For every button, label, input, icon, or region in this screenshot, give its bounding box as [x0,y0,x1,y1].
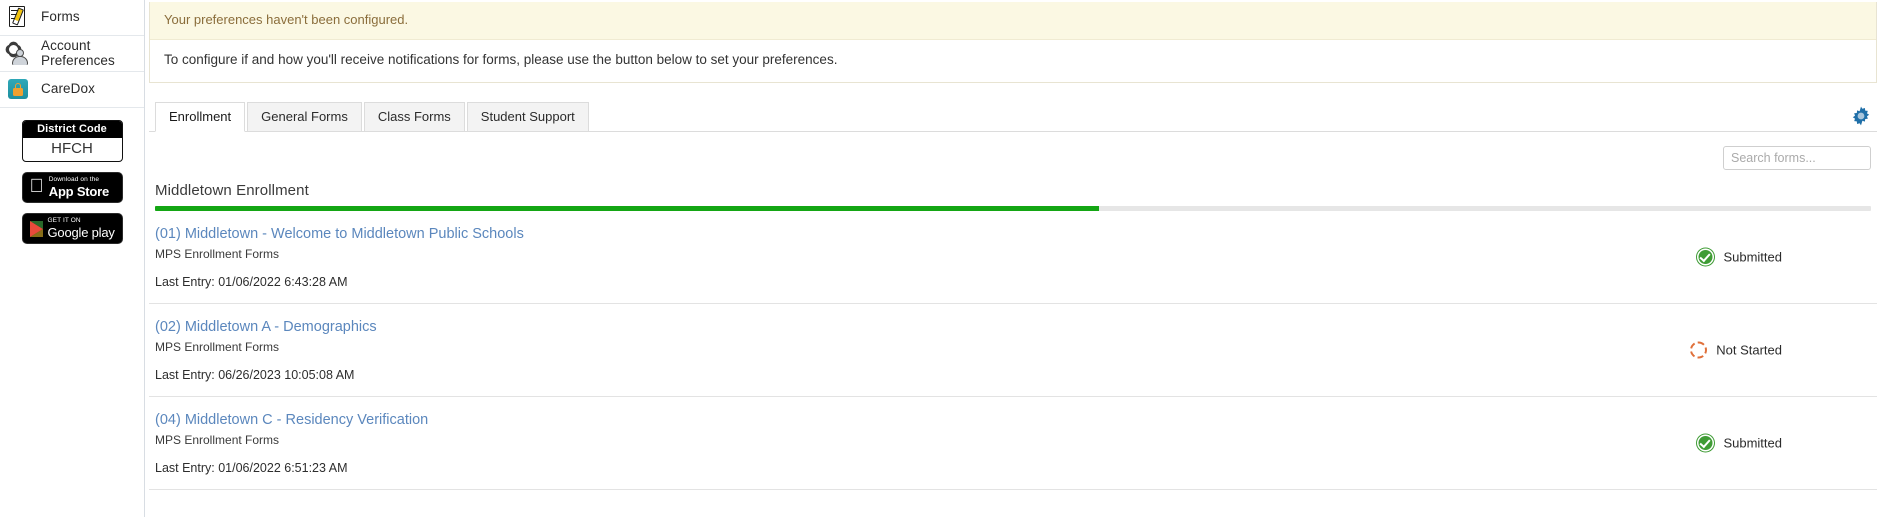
gear-icon[interactable] [1851,106,1871,126]
status-badge: Not Started [1690,341,1782,359]
tab-class-forms[interactable]: Class Forms [363,102,465,132]
check-circle-icon [1697,434,1715,452]
sidebar-item-label-caredox: CareDox [41,81,95,97]
form-title-link[interactable]: (04) Middletown C - Residency Verificati… [155,412,428,429]
sidebar-item-caredox[interactable]: CareDox [0,72,144,108]
district-code-box: District Code HFCH [21,120,123,162]
app-root: Forms Account Preferences CareDox Distri… [0,0,1891,517]
sidebar: Forms Account Preferences CareDox Distri… [0,0,145,517]
sidebar-item-account-preferences[interactable]: Account Preferences [0,36,144,72]
form-title-link[interactable]: (01) Middletown - Welcome to Middletown … [155,226,524,243]
form-row[interactable]: (04) Middletown C - Residency Verificati… [149,397,1877,490]
form-row[interactable]: (02) Middletown A - Demographics MPS Enr… [149,304,1877,397]
form-category: MPS Enrollment Forms [155,433,280,447]
status-label: Submitted [1723,249,1782,265]
search-row [149,132,1877,170]
status-badge: Submitted [1697,248,1782,266]
form-row[interactable]: (01) Middletown - Welcome to Middletown … [149,211,1877,304]
app-store-badge-big: App Store [34,183,110,199]
google-play-triangle-icon [29,220,43,237]
apple-logo-icon:  [30,177,44,196]
app-store-badge-small: Download on the [34,176,99,184]
app-store-badge[interactable]:  Download on the App Store [21,172,123,203]
form-category: MPS Enrollment Forms [155,247,280,261]
district-code-value: HFCH [51,140,93,157]
form-title-link[interactable]: (02) Middletown A - Demographics [155,319,377,336]
form-last-entry: Last Entry: 06/26/2023 10:05:08 AM [155,368,355,382]
tab-enrollment[interactable]: Enrollment [155,102,246,132]
form-last-entry: Last Entry: 01/06/2022 6:51:23 AM [155,461,348,475]
district-code-heading: District Code [22,121,122,138]
alert-body-text: To configure if and how you'll receive n… [150,40,1876,82]
status-badge: Submitted [1697,434,1782,452]
tab-general-forms[interactable]: General Forms [247,102,362,132]
forms-icon [6,5,32,31]
main-content: Your preferences haven't been configured… [145,0,1891,517]
tab-strip: Enrollment General Forms Class Forms Stu… [149,102,1877,132]
status-label: Not Started [1716,342,1782,358]
google-play-badge[interactable]: GET IT ON Google play [21,213,123,244]
form-category: MPS Enrollment Forms [155,340,280,354]
sidebar-item-label-forms: Forms [41,9,80,25]
sidebar-item-forms[interactable]: Forms [0,0,144,36]
alert-heading: Your preferences haven't been configured… [150,2,1876,40]
form-last-entry: Last Entry: 01/06/2022 6:43:28 AM [155,275,348,289]
dashed-circle-icon [1690,341,1708,359]
sidebar-item-label-account-preferences: Account Preferences [41,38,115,68]
section-title: Middletown Enrollment [155,182,309,199]
google-play-badge-big: Google play [47,224,115,240]
check-circle-icon [1697,248,1715,266]
preferences-alert-panel: Your preferences haven't been configured… [149,2,1877,83]
status-label: Submitted [1723,435,1782,451]
caredox-lock-icon [6,77,32,103]
google-play-badge-small: GET IT ON [47,217,81,225]
tab-student-support[interactable]: Student Support [466,102,589,132]
search-input[interactable] [1723,146,1871,170]
account-preferences-icon [6,41,32,67]
